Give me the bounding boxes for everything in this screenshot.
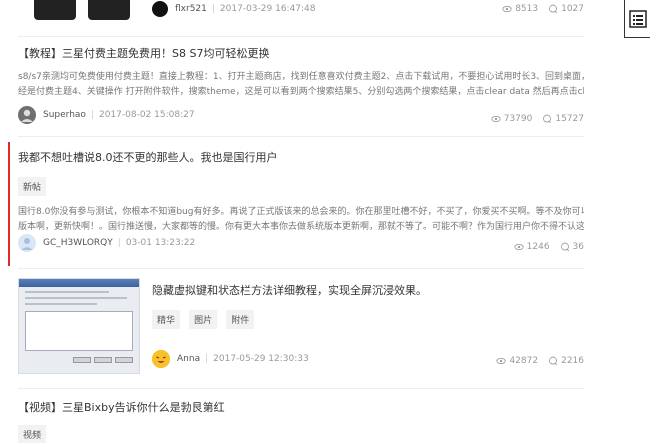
meta-separator: |	[205, 354, 209, 364]
post-date: 03-01 13:23:22	[125, 238, 196, 248]
tag-badge[interactable]: 精华	[152, 310, 181, 329]
author-name[interactable]: GC_H3WLORQY	[43, 238, 113, 248]
excerpt-line: 版本啊，更新快啊！。国行推送慢，大家都等的慢。你有更大本事你去做系统版本更新啊，…	[18, 222, 584, 232]
view-count: 8513	[502, 4, 538, 14]
tag-badge[interactable]: 图片	[189, 310, 218, 329]
comment-count: 36	[560, 242, 584, 252]
eye-icon	[514, 243, 524, 251]
avatar[interactable]	[18, 106, 36, 124]
eye-icon	[491, 115, 501, 123]
view-count: 1246	[514, 242, 550, 252]
tag-badge[interactable]: 附件	[226, 310, 255, 329]
post-item[interactable]: 【视频】三星Bixby告诉你什么是勃艮第红 视频	[18, 401, 584, 443]
post-excerpt[interactable]: 国行8.0你没有参与测试，你根本不知道bug有好多。再说了正式版该来的总会来的。…	[18, 205, 584, 235]
comment-bubble-icon	[543, 114, 552, 124]
active-indicator	[8, 142, 10, 266]
eye-icon	[502, 5, 512, 13]
divider	[18, 268, 584, 269]
excerpt-line: 国行8.0你没有参与测试，你根本不知道bug有好多。再说了正式版该来的总会来的。…	[18, 207, 584, 217]
post-date: 2017-05-29 12:30:33	[213, 354, 309, 364]
divider	[18, 136, 584, 137]
post-title[interactable]: 隐藏虚拟键和状态栏方法详细教程，实现全屏沉浸效果。	[152, 284, 584, 298]
meta-separator: |	[117, 238, 121, 248]
avatar[interactable]	[18, 234, 36, 252]
avatar[interactable]	[152, 1, 168, 17]
post-top-thumbnail-1	[34, 0, 76, 20]
comment-count: 1027	[548, 4, 584, 14]
comment-bubble-icon	[549, 4, 558, 14]
tag-badge[interactable]: 视频	[18, 425, 47, 443]
comment-bubble-icon	[549, 356, 558, 366]
post-top-thumbnail-2	[88, 0, 130, 20]
comment-count: 2216	[548, 356, 584, 366]
post-title[interactable]: 我都不想吐槽说8.0还不更的那些人。我也是国行用户	[18, 151, 584, 165]
post-item[interactable]: 【教程】三星付费主题免费用！S8 S7均可轻松更换 s8/s7亲测均可免费使用付…	[18, 47, 584, 127]
list-menu-icon	[628, 9, 647, 28]
post-excerpt[interactable]: s8/s7亲测均可免费使用付费主题！直接上教程：1、打开主题商店，找到任意喜欢付…	[18, 70, 584, 100]
comment-count: 15727	[542, 114, 584, 124]
author-name[interactable]: Superhao	[43, 110, 86, 120]
post-title[interactable]: 【视频】三星Bixby告诉你什么是勃艮第红	[18, 401, 584, 415]
meta-separator: |	[90, 110, 94, 120]
eye-icon	[496, 357, 507, 365]
post-thumbnail[interactable]	[18, 278, 140, 374]
avatar[interactable]	[152, 350, 170, 368]
excerpt-line: 经是付费主题4、关键操作 打开附件软件，搜索theme，这是可以看到两个搜索结果…	[18, 87, 584, 97]
excerpt-line: s8/s7亲测均可免费使用付费主题！直接上教程：1、打开主题商店，找到任意喜欢付…	[18, 72, 584, 82]
post-item[interactable]: 我都不想吐槽说8.0还不更的那些人。我也是国行用户 新帖 国行8.0你没有参与测…	[18, 151, 584, 261]
list-menu-button[interactable]	[624, 0, 650, 38]
view-count: 42872	[496, 356, 538, 366]
author-name[interactable]: Anna	[177, 354, 200, 364]
divider	[18, 36, 584, 37]
post-item[interactable]: 隐藏虚拟键和状态栏方法详细教程，实现全屏沉浸效果。 精华 图片 附件 Anna …	[152, 284, 584, 374]
divider	[18, 388, 584, 389]
post-date: 2017-08-02 15:08:27	[98, 110, 195, 120]
tag-badge[interactable]: 新帖	[18, 177, 47, 196]
author-name[interactable]: flxr521	[175, 4, 207, 14]
meta-separator: |	[211, 4, 215, 14]
comment-bubble-icon	[560, 242, 569, 252]
post-date: 2017-03-29 16:47:48	[219, 4, 316, 14]
post-title[interactable]: 【教程】三星付费主题免费用！S8 S7均可轻松更换	[18, 47, 584, 61]
view-count: 73790	[491, 114, 532, 124]
